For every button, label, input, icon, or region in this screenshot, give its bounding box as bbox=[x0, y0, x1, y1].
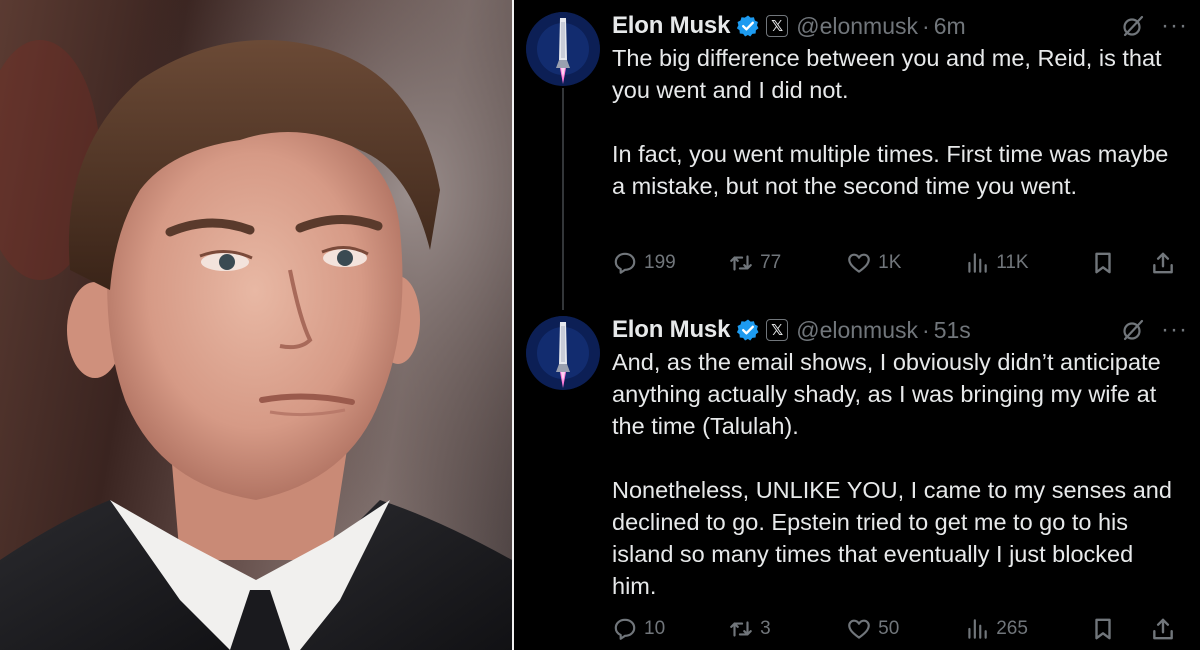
more-icon[interactable]: ··· bbox=[1161, 14, 1188, 38]
views-button[interactable]: 265 bbox=[964, 616, 1090, 642]
action-bar: 10 3 50 265 bbox=[612, 614, 1182, 644]
grok-icon[interactable] bbox=[1121, 318, 1145, 342]
like-button[interactable]: 50 bbox=[846, 616, 964, 642]
like-icon bbox=[848, 619, 870, 639]
repost-button[interactable]: 3 bbox=[728, 616, 846, 642]
reply-button[interactable]: 10 bbox=[612, 616, 728, 642]
bookmark-icon bbox=[1095, 618, 1111, 640]
separator-dot: · bbox=[922, 316, 930, 343]
x-badge-icon: 𝕏 bbox=[766, 15, 789, 37]
views-count: 265 bbox=[996, 618, 1028, 639]
profile-photo bbox=[0, 0, 512, 650]
tweet-paragraph: The big difference between you and me, R… bbox=[612, 45, 1162, 103]
tweet-text: The big difference between you and me, R… bbox=[612, 42, 1172, 202]
views-count: 11K bbox=[996, 252, 1029, 273]
like-button[interactable]: 1K bbox=[846, 250, 964, 276]
reply-count: 10 bbox=[644, 618, 666, 639]
like-count: 1K bbox=[878, 252, 902, 273]
views-icon bbox=[968, 253, 987, 273]
reply-icon bbox=[614, 618, 636, 640]
reply-count: 199 bbox=[644, 252, 676, 273]
tweet-thread: Elon Musk 𝕏 @elonmusk · 6m ··· The big d… bbox=[514, 0, 1200, 650]
tweet-paragraph: In fact, you went multiple times. First … bbox=[612, 141, 1169, 199]
bookmark-button[interactable] bbox=[1090, 616, 1150, 642]
bookmark-icon bbox=[1095, 252, 1111, 274]
portrait-image bbox=[0, 0, 512, 650]
share-button[interactable] bbox=[1150, 616, 1182, 642]
tweet-text: And, as the email shows, I obviously did… bbox=[612, 346, 1172, 602]
timestamp[interactable]: 51s bbox=[934, 317, 971, 344]
thread-connector-line bbox=[562, 88, 564, 310]
rocket-avatar-icon bbox=[526, 12, 600, 86]
share-button[interactable] bbox=[1150, 250, 1182, 276]
verified-icon bbox=[737, 319, 759, 341]
repost-count: 77 bbox=[760, 252, 782, 273]
views-button[interactable]: 11K bbox=[964, 250, 1090, 276]
rocket-avatar-icon bbox=[526, 316, 600, 390]
bookmark-button[interactable] bbox=[1090, 250, 1150, 276]
like-count: 50 bbox=[878, 618, 900, 639]
display-name[interactable]: Elon Musk bbox=[612, 12, 730, 40]
repost-button[interactable]: 77 bbox=[728, 250, 846, 276]
more-icon[interactable]: ··· bbox=[1161, 318, 1188, 342]
like-icon bbox=[848, 253, 870, 273]
repost-count: 3 bbox=[760, 618, 771, 639]
grok-icon[interactable] bbox=[1121, 14, 1145, 38]
tweet-paragraph: Nonetheless, UNLIKE YOU, I came to my se… bbox=[612, 477, 1172, 599]
action-bar: 199 77 1K 11K bbox=[612, 248, 1182, 278]
share-icon bbox=[1153, 618, 1173, 640]
verified-icon bbox=[737, 15, 759, 37]
display-name[interactable]: Elon Musk bbox=[612, 316, 730, 344]
avatar[interactable] bbox=[526, 12, 600, 86]
username-handle[interactable]: @elonmusk bbox=[796, 317, 918, 344]
share-icon bbox=[1153, 252, 1173, 274]
repost-icon bbox=[730, 621, 752, 637]
username-handle[interactable]: @elonmusk bbox=[796, 13, 918, 40]
views-icon bbox=[968, 619, 987, 639]
separator-dot: · bbox=[922, 12, 930, 39]
tweet-header: Elon Musk 𝕏 @elonmusk · 6m ··· bbox=[612, 10, 1188, 42]
tweet-paragraph: And, as the email shows, I obviously did… bbox=[612, 349, 1161, 439]
repost-icon bbox=[730, 255, 752, 271]
reply-button[interactable]: 199 bbox=[612, 250, 728, 276]
timestamp[interactable]: 6m bbox=[934, 13, 966, 40]
reply-icon bbox=[614, 252, 636, 274]
avatar[interactable] bbox=[526, 316, 600, 390]
x-badge-icon: 𝕏 bbox=[766, 319, 789, 341]
tweet-header: Elon Musk 𝕏 @elonmusk · 51s ··· bbox=[612, 314, 1188, 346]
